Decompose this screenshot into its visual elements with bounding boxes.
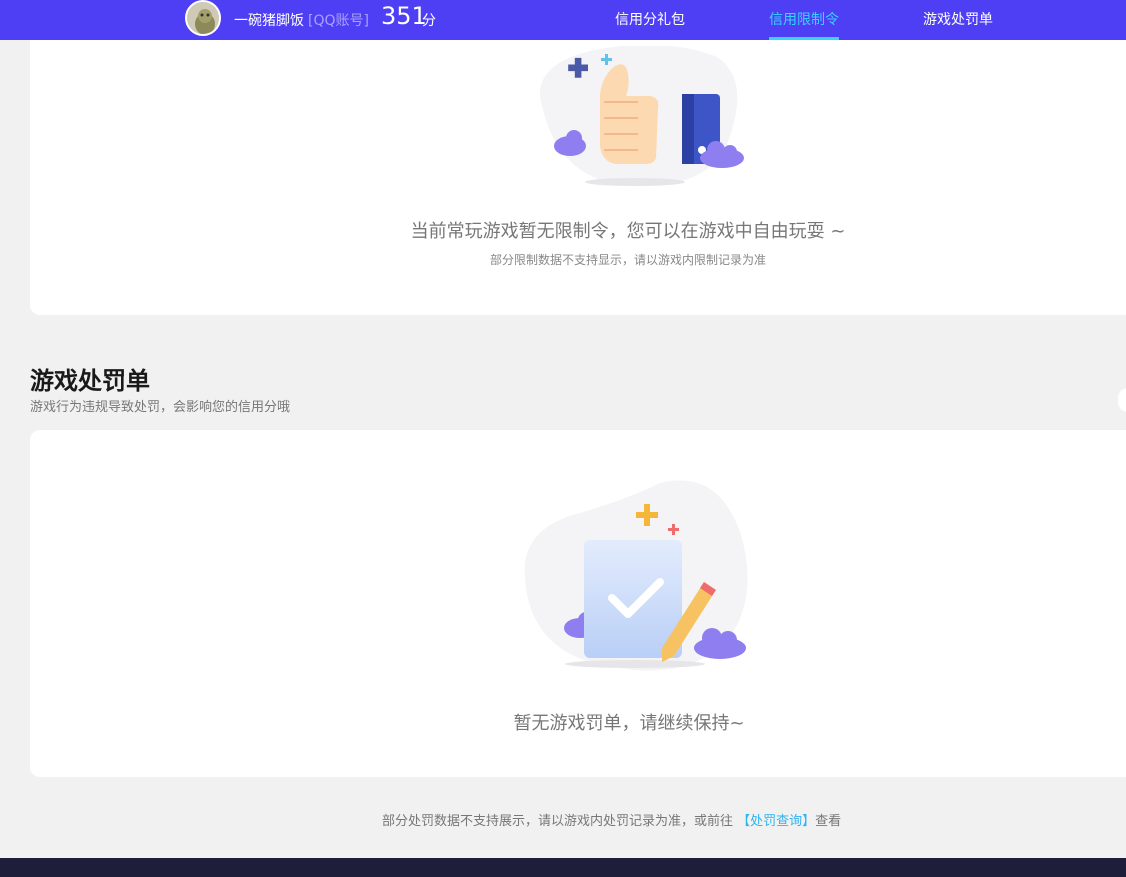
score-unit: 分 xyxy=(422,13,436,29)
thumbs-up-illustration-icon xyxy=(540,46,744,186)
penalty-footnote: 部分处罚数据不支持展示，请以游戏内处罚记录为准，或前往 【处罚查询】查看 xyxy=(382,810,841,829)
top-bar: 一碗猪脚饭 [QQ账号] 351 分 信用分礼包 信用限制令 游戏处罚单 xyxy=(0,0,1126,40)
username: 一碗猪脚饭 xyxy=(234,13,304,29)
penalty-empty-message: 暂无游戏罚单，请继续保持~ xyxy=(513,713,745,734)
side-float-button[interactable] xyxy=(1118,388,1126,412)
restriction-empty-message: 当前常玩游戏暂无限制令，您可以在游戏中自由玩耍 ~ xyxy=(410,221,846,242)
tab-credit-restriction[interactable]: 信用限制令 xyxy=(769,9,839,29)
checklist-pencil-illustration-icon xyxy=(524,480,748,671)
account-type: [QQ账号] xyxy=(308,13,369,29)
page-footer xyxy=(0,858,1126,877)
avatar[interactable] xyxy=(185,0,221,36)
section-description: 游戏行为违规导致处罚，会影响您的信用分哦 xyxy=(30,400,291,415)
tab-game-penalty[interactable]: 游戏处罚单 xyxy=(923,9,993,29)
footnote-suffix: 查看 xyxy=(815,814,842,829)
section-title: 游戏处罚单 xyxy=(30,367,150,395)
credit-score: 351 xyxy=(381,2,427,30)
penalty-card: 暂无游戏罚单，请继续保持~ xyxy=(30,430,1126,777)
footnote-text: 部分处罚数据不支持展示，请以游戏内处罚记录为准，或前往 xyxy=(382,814,738,829)
tab-credit-gift[interactable]: 信用分礼包 xyxy=(615,9,685,29)
avatar-image-icon xyxy=(187,2,219,34)
restriction-note: 部分限制数据不支持显示，请以游戏内限制记录为准 xyxy=(489,253,766,267)
penalty-query-link[interactable]: 【处罚查询】 xyxy=(737,814,815,829)
restriction-card: 当前常玩游戏暂无限制令，您可以在游戏中自由玩耍 ~ 部分限制数据不支持显示，请以… xyxy=(30,40,1126,315)
